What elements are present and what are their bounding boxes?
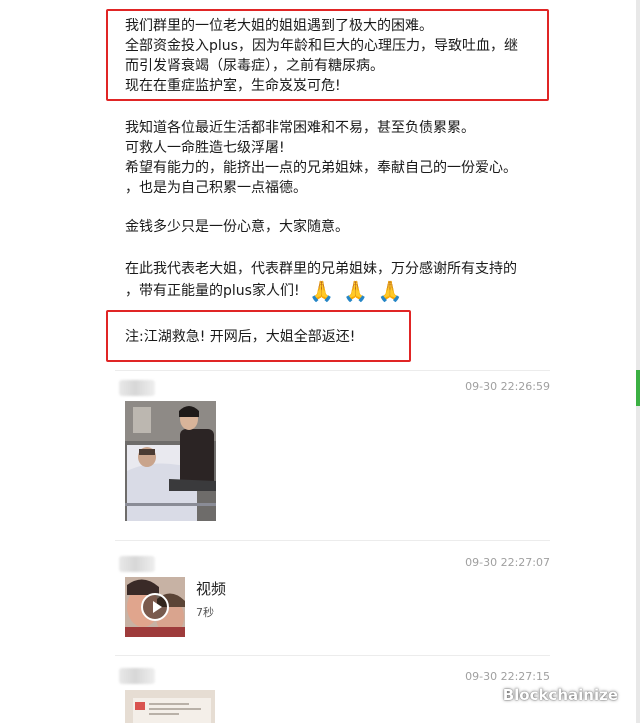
note-text: 注:江湖救急! 开网后，大姐全部返还! bbox=[125, 329, 356, 345]
entry-timestamp: 09-30 22:26:59 bbox=[465, 380, 550, 393]
entry-divider bbox=[115, 655, 550, 656]
hospital-photo-thumbnail[interactable] bbox=[125, 401, 216, 521]
text-line-part: ，带有正能量的plus家人们! bbox=[125, 283, 300, 299]
entry-divider bbox=[115, 370, 550, 371]
video-thumbnail[interactable] bbox=[125, 577, 185, 637]
post-paragraph-3: 金钱多少只是一份心意，大家随意。 bbox=[125, 217, 545, 237]
watermark: Blockchainize bbox=[476, 686, 618, 704]
document-photo-thumbnail[interactable] bbox=[125, 690, 215, 723]
text-line: 我知道各位最近生活都非常困难和不易，甚至负债累累。 bbox=[125, 120, 475, 136]
text-line: 而引发肾衰竭（尿毒症），之前有糖尿病。 bbox=[125, 58, 384, 74]
blurred-sender-name bbox=[119, 556, 155, 572]
text-line: 在此我代表老大姐，代表群里的兄弟姐妹，万分感谢所有支持的 bbox=[125, 261, 517, 277]
text-line: ，带有正能量的plus家人们! 🙏 🙏 🙏 bbox=[125, 281, 545, 301]
post-paragraph-4: 在此我代表老大姐，代表群里的兄弟姐妹，万分感谢所有支持的 ，带有正能量的plus… bbox=[125, 259, 545, 301]
hospital-photo-image bbox=[125, 401, 216, 521]
blurred-sender-name bbox=[119, 380, 155, 396]
right-edge-strip bbox=[636, 0, 640, 723]
praying-hands-icon: 🙏 bbox=[309, 279, 334, 303]
play-icon[interactable] bbox=[141, 593, 169, 621]
right-edge-marker bbox=[636, 370, 640, 406]
text-line: 可救人一命胜造七级浮屠! bbox=[125, 140, 285, 156]
entry-timestamp: 09-30 22:27:15 bbox=[465, 670, 550, 683]
wechat-icon bbox=[476, 687, 497, 703]
praying-hands-icon: 🙏 bbox=[343, 279, 369, 303]
text-line: ，也是为自己积累一点福德。 bbox=[125, 180, 307, 196]
blurred-sender-name bbox=[119, 668, 155, 684]
praying-hands-icon: 🙏 bbox=[377, 279, 403, 303]
text-line: 我们群里的一位老大姐的姐姐遇到了极大的困难。 bbox=[125, 18, 433, 34]
watermark-text: Blockchainize bbox=[502, 686, 618, 704]
entry-timestamp: 09-30 22:27:07 bbox=[465, 556, 550, 569]
video-title[interactable]: 视频 bbox=[196, 578, 226, 599]
text-line: 希望有能力的，能挤出一点的兄弟姐妹，奉献自己的一份爱心。 bbox=[125, 160, 517, 176]
post-paragraph-2: 我知道各位最近生活都非常困难和不易，甚至负债累累。 可救人一命胜造七级浮屠! 希… bbox=[125, 118, 545, 198]
text-line: 现在在重症监护室，生命岌岌可危! bbox=[125, 78, 341, 94]
post-paragraph-1: 我们群里的一位老大姐的姐姐遇到了极大的困难。 全部资金投入plus，因为年龄和巨… bbox=[125, 16, 545, 96]
video-duration: 7秒 bbox=[196, 606, 214, 619]
text-line: 金钱多少只是一份心意，大家随意。 bbox=[125, 219, 349, 235]
text-line: 全部资金投入plus，因为年龄和巨大的心理压力，导致吐血，继 bbox=[125, 38, 518, 54]
entry-divider bbox=[115, 540, 550, 541]
document-photo-image bbox=[125, 690, 215, 723]
post-note: 注:江湖救急! 开网后，大姐全部返还! bbox=[125, 327, 545, 347]
